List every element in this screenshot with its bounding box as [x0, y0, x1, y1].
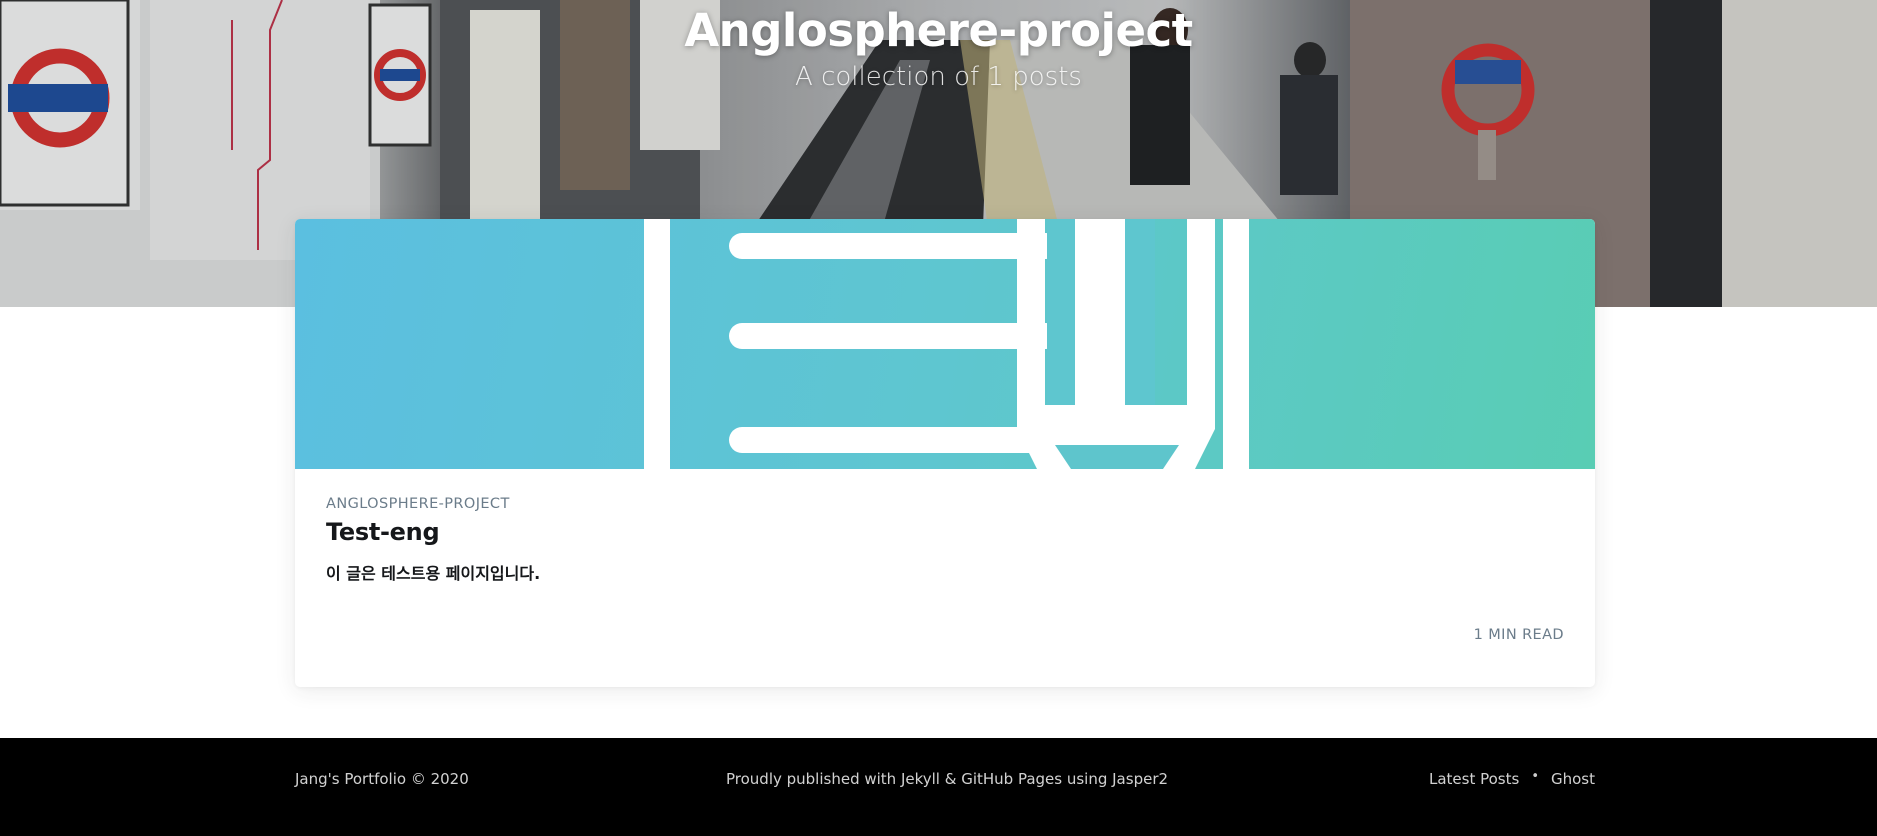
- footer-link-latest-posts[interactable]: Latest Posts: [1429, 770, 1519, 788]
- footer-nav: Latest Posts • Ghost: [1429, 768, 1595, 789]
- site-footer: Jang's Portfolio © 2020 Proudly publishe…: [0, 738, 1877, 836]
- notebook-pencil-icon: [644, 219, 1249, 469]
- post-excerpt[interactable]: 이 글은 테스트용 페이지입니다.: [326, 560, 1566, 584]
- page-title: Anglosphere-project: [684, 4, 1193, 57]
- footer-copyright[interactable]: Jang's Portfolio © 2020: [295, 770, 469, 788]
- footer-credit[interactable]: Proudly published with Jekyll & GitHub P…: [726, 770, 1168, 788]
- post-card-image[interactable]: [295, 219, 1595, 469]
- footer-separator: •: [1531, 768, 1539, 784]
- reading-time: 1 MIN READ: [1473, 627, 1564, 643]
- post-title[interactable]: Test-eng: [326, 518, 1566, 546]
- post-card-content[interactable]: ANGLOSPHERE-PROJECT Test-eng 이 글은 테스트용 페…: [326, 496, 1566, 584]
- post-tag[interactable]: ANGLOSPHERE-PROJECT: [326, 496, 1566, 512]
- post-card[interactable]: ANGLOSPHERE-PROJECT Test-eng 이 글은 테스트용 페…: [295, 219, 1595, 687]
- page-subtitle: A collection of 1 posts: [795, 62, 1082, 92]
- footer-link-ghost[interactable]: Ghost: [1551, 770, 1595, 788]
